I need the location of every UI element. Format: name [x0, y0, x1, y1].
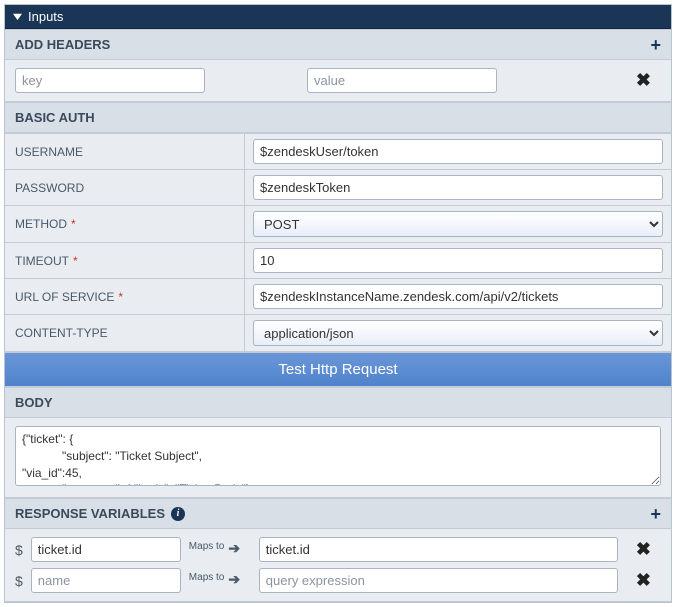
- arrow-right-icon: ➔: [228, 571, 240, 588]
- timeout-label: TIMEOUT*: [5, 243, 245, 279]
- header-key-input[interactable]: [15, 68, 205, 93]
- panel-title: Inputs: [28, 9, 63, 24]
- response-var-expr-input[interactable]: [259, 568, 618, 593]
- remove-response-var-icon[interactable]: ✖: [626, 539, 661, 560]
- username-label: USERNAME: [5, 134, 245, 170]
- url-label: URL OF SERVICE*: [5, 279, 245, 315]
- add-response-var-button[interactable]: +: [650, 507, 661, 521]
- inputs-panel: Inputs ADD HEADERS + ✖ BASIC AUTH USERNA…: [4, 4, 672, 603]
- response-var-row: $ Maps to➔ ✖: [15, 537, 661, 562]
- body-title: BODY: [15, 395, 53, 410]
- content-type-label: CONTENT-TYPE: [5, 315, 245, 352]
- basic-auth-header: BASIC AUTH: [5, 102, 671, 133]
- basic-auth-grid: USERNAME PASSWORD: [5, 133, 671, 206]
- response-vars-body: $ Maps to➔ ✖ $ Maps to➔ ✖: [5, 529, 671, 602]
- dollar-icon: $: [15, 573, 23, 589]
- maps-to-label: Maps to➔: [189, 541, 251, 558]
- info-icon[interactable]: i: [171, 507, 185, 521]
- password-label: PASSWORD: [5, 170, 245, 206]
- url-input[interactable]: [253, 284, 663, 309]
- add-header-button[interactable]: +: [650, 38, 661, 52]
- response-var-row: $ Maps to➔ ✖: [15, 568, 661, 593]
- remove-header-icon[interactable]: ✖: [626, 70, 661, 91]
- timeout-input[interactable]: [253, 248, 663, 273]
- basic-auth-title: BASIC AUTH: [15, 110, 95, 125]
- response-vars-header: RESPONSE VARIABLES i +: [5, 498, 671, 529]
- password-input[interactable]: [253, 175, 663, 200]
- arrow-right-icon: ➔: [228, 540, 240, 557]
- collapse-caret-icon: [13, 12, 22, 21]
- remove-response-var-icon[interactable]: ✖: [626, 570, 661, 591]
- response-var-name-input[interactable]: [31, 537, 181, 562]
- response-var-name-input[interactable]: [31, 568, 181, 593]
- add-headers-header: ADD HEADERS +: [5, 29, 671, 60]
- add-headers-title: ADD HEADERS: [15, 37, 110, 52]
- body-section: [5, 418, 671, 498]
- body-header: BODY: [5, 387, 671, 418]
- add-headers-body: ✖: [5, 60, 671, 102]
- body-textarea[interactable]: [15, 426, 661, 486]
- maps-to-label: Maps to➔: [189, 572, 251, 589]
- test-http-request-button[interactable]: Test Http Request: [5, 352, 671, 387]
- header-row: ✖: [15, 68, 661, 93]
- dollar-icon: $: [15, 542, 23, 558]
- method-select[interactable]: POST: [253, 211, 663, 237]
- response-vars-title: RESPONSE VARIABLES: [15, 506, 165, 521]
- request-grid: METHOD* POST TIMEOUT* URL OF SERVICE* CO…: [5, 206, 671, 352]
- panel-titlebar[interactable]: Inputs: [5, 5, 671, 29]
- required-mark: *: [71, 217, 76, 231]
- response-var-expr-input[interactable]: [259, 537, 618, 562]
- username-input[interactable]: [253, 139, 663, 164]
- header-value-input[interactable]: [307, 68, 497, 93]
- content-type-select[interactable]: application/json: [253, 320, 663, 346]
- method-label: METHOD*: [5, 206, 245, 243]
